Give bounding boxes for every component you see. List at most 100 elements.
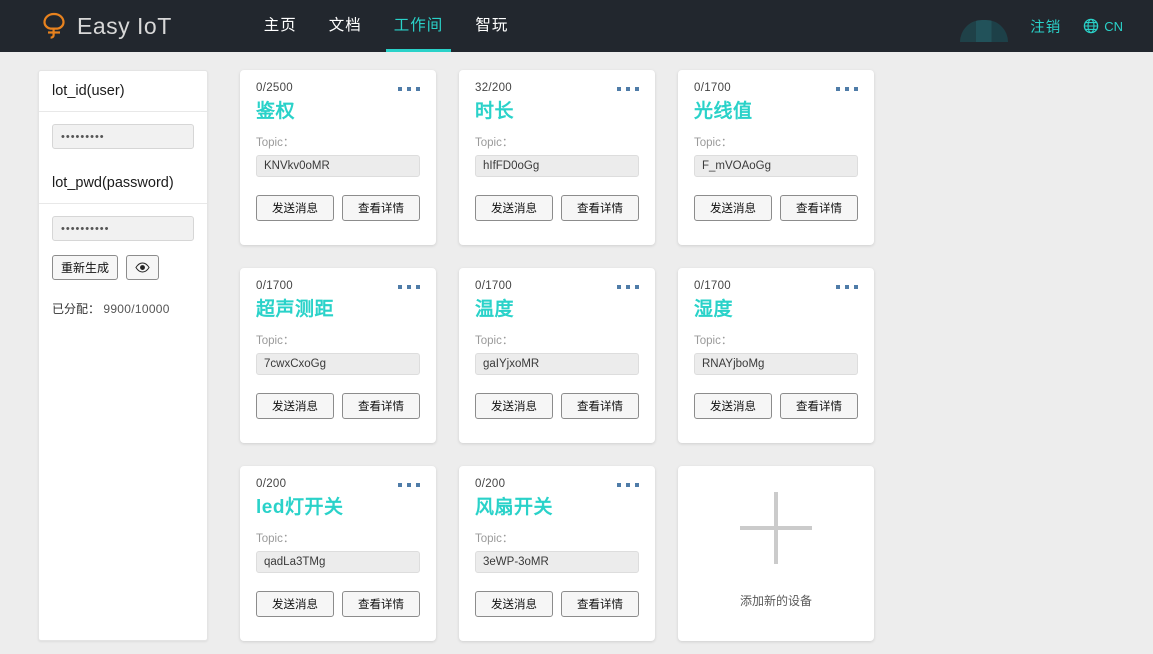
topic-value-input[interactable] (475, 550, 639, 573)
topic-label: Topic： (475, 532, 514, 545)
topic-label: Topic： (256, 334, 295, 347)
tree-logo-icon (40, 11, 68, 41)
device-card-actions: 发送消息 查看详情 (475, 392, 639, 419)
device-message-count: 0/1700 (694, 82, 731, 94)
send-message-button[interactable]: 发送消息 (475, 194, 553, 221)
more-dots-icon[interactable] (836, 87, 858, 91)
send-message-button[interactable]: 发送消息 (475, 392, 553, 419)
device-message-count: 0/1700 (256, 280, 293, 292)
logout-button[interactable]: 注销 (1030, 16, 1061, 37)
more-dots-icon[interactable] (617, 483, 639, 487)
more-dots-icon[interactable] (398, 285, 420, 289)
device-name: 光线值 (694, 101, 753, 122)
device-card: 0/1700 温度 Topic： 发送消息查看详情 (459, 268, 655, 443)
device-card: 0/1700 超声测距 Topic： 发送消息查看详情 (240, 268, 436, 443)
toggle-password-visibility-button[interactable] (126, 255, 160, 280)
view-detail-button[interactable]: 查看详情 (780, 392, 858, 419)
topic-label: Topic： (475, 136, 514, 149)
iot-pwd-body: 重新生成 已分配： 9900/10000 (39, 204, 207, 333)
device-card-actions: 发送消息 查看详情 (694, 194, 858, 221)
more-dots-icon[interactable] (398, 87, 420, 91)
device-message-count: 0/2500 (256, 82, 293, 94)
send-message-button[interactable]: 发送消息 (256, 590, 334, 617)
view-detail-button[interactable]: 查看详情 (780, 194, 858, 221)
topic-value-input[interactable] (256, 352, 420, 375)
device-name: led灯开关 (256, 497, 344, 518)
top-navbar: Easy IoT 主页 文档 工作间 智玩 注销 CN (0, 0, 1153, 52)
page-body: lot_id(user) lot_pwd(password) 重新生成 (0, 52, 1153, 641)
nav-item-home[interactable]: 主页 (248, 0, 313, 52)
credentials-panel: lot_id(user) lot_pwd(password) 重新生成 (38, 70, 208, 641)
brand-text: Easy IoT (77, 12, 172, 39)
topic-value-input[interactable] (694, 352, 858, 375)
brand-logo[interactable]: Easy IoT (40, 11, 172, 41)
device-card-header: 0/1700 (256, 280, 420, 292)
iot-id-label: lot_id(user) (39, 71, 207, 112)
view-detail-button[interactable]: 查看详情 (342, 392, 420, 419)
device-card-actions: 发送消息 查看详情 (256, 590, 420, 617)
iot-pwd-label: lot_pwd(password) (39, 163, 207, 204)
more-dots-icon[interactable] (617, 87, 639, 91)
send-message-button[interactable]: 发送消息 (256, 194, 334, 221)
view-detail-button[interactable]: 查看详情 (342, 590, 420, 617)
topic-value-input[interactable] (475, 352, 639, 375)
main-nav: 主页 文档 工作间 智玩 (248, 0, 525, 52)
device-card-actions: 发送消息 查看详情 (256, 392, 420, 419)
device-message-count: 0/1700 (475, 280, 512, 292)
add-device-label: 添加新的设备 (739, 594, 812, 608)
device-card-header: 0/2500 (256, 82, 420, 94)
send-message-button[interactable]: 发送消息 (256, 392, 334, 419)
topic-value-input[interactable] (256, 550, 420, 573)
device-card-header: 0/200 (475, 478, 639, 490)
device-name: 温度 (475, 299, 515, 320)
device-card: 0/200 led灯开关 Topic： 发送消息查看详情 (240, 466, 436, 641)
allocation-row: 已分配： 9900/10000 (52, 300, 194, 317)
add-device-card[interactable]: 添加新的设备 (678, 466, 874, 641)
view-detail-button[interactable]: 查看详情 (342, 194, 420, 221)
iot-pwd-input[interactable] (52, 216, 194, 241)
device-name: 鉴权 (256, 101, 296, 122)
view-detail-button[interactable]: 查看详情 (561, 590, 639, 617)
iot-id-input[interactable] (52, 124, 194, 149)
globe-icon (1083, 18, 1099, 34)
device-card: 0/1700 湿度 Topic： 发送消息查看详情 (678, 268, 874, 443)
device-message-count: 0/200 (256, 478, 287, 490)
nav-right-group: 注销 CN (960, 10, 1123, 42)
more-dots-icon[interactable] (398, 483, 420, 487)
iot-id-body (39, 112, 207, 163)
send-message-button[interactable]: 发送消息 (694, 392, 772, 419)
nav-item-workspace[interactable]: 工作间 (378, 0, 460, 52)
more-dots-icon[interactable] (836, 285, 858, 289)
allocation-label: 已分配： (52, 302, 101, 316)
device-card: 0/200 风扇开关 Topic： 发送消息查看详情 (459, 466, 655, 641)
topic-value-input[interactable] (256, 154, 420, 177)
send-message-button[interactable]: 发送消息 (694, 194, 772, 221)
device-card-header: 32/200 (475, 82, 639, 94)
send-message-button[interactable]: 发送消息 (475, 590, 553, 617)
topic-value-input[interactable] (475, 154, 639, 177)
device-card-actions: 发送消息 查看详情 (475, 194, 639, 221)
device-card-actions: 发送消息 查看详情 (256, 194, 420, 221)
device-message-count: 0/1700 (694, 280, 731, 292)
avatar[interactable] (960, 20, 1009, 42)
device-name: 风扇开关 (475, 497, 554, 518)
topic-label: Topic： (256, 532, 295, 545)
regenerate-button[interactable]: 重新生成 (52, 255, 119, 280)
topic-label: Topic： (694, 136, 733, 149)
device-name: 超声测距 (256, 299, 335, 320)
device-card: 32/200 时长 Topic： 发送消息查看详情 (459, 70, 655, 245)
view-detail-button[interactable]: 查看详情 (561, 194, 639, 221)
device-card-actions: 发送消息 查看详情 (475, 590, 639, 617)
nav-item-playground[interactable]: 智玩 (459, 0, 524, 52)
view-detail-button[interactable]: 查看详情 (561, 392, 639, 419)
nav-item-docs[interactable]: 文档 (313, 0, 378, 52)
device-card-header: 0/1700 (694, 82, 858, 94)
language-switcher[interactable]: CN (1083, 18, 1123, 34)
device-card: 0/1700 光线值 Topic： 发送消息查看详情 (678, 70, 874, 245)
topic-label: Topic： (256, 136, 295, 149)
language-label: CN (1104, 18, 1123, 34)
topic-label: Topic： (694, 334, 733, 347)
topic-value-input[interactable] (694, 154, 858, 177)
device-message-count: 32/200 (475, 82, 512, 94)
more-dots-icon[interactable] (617, 285, 639, 289)
